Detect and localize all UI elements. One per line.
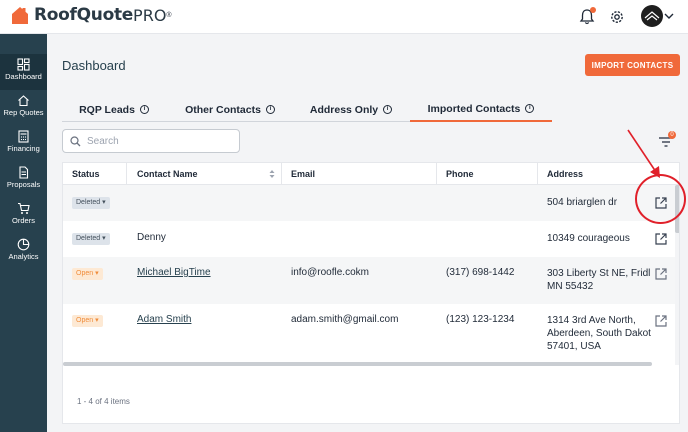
status-badge[interactable]: Open ▾ <box>72 268 103 280</box>
brand-reg-mark: ® <box>166 11 172 19</box>
annotation-circle <box>635 174 686 224</box>
open-external-icon[interactable] <box>654 232 668 246</box>
logo-house-icon <box>12 7 28 24</box>
table-row[interactable]: Deleted ▾ Denny 10349 courageous <box>63 221 679 257</box>
column-divider[interactable] <box>436 163 437 185</box>
chevron-down-icon[interactable] <box>662 9 676 23</box>
avatar-logo-icon <box>644 11 660 21</box>
import-contacts-button[interactable]: IMPORT CONTACTS <box>585 54 680 76</box>
status-label: Open <box>76 317 94 324</box>
contact-address: 1314 3rd Ave North, Aberdeen, South Dako… <box>547 315 651 352</box>
sidebar-item-rep-quotes[interactable]: Rep Quotes <box>0 90 47 126</box>
contact-address: 504 briarglen dr <box>547 197 618 208</box>
sidebar-item-financing[interactable]: Financing <box>0 126 47 162</box>
pagination-info: 1 - 4 of 4 items <box>77 397 130 406</box>
contact-tabs: RQP Leads i Other Contacts i Address Onl… <box>62 97 552 122</box>
cart-icon <box>18 202 30 214</box>
notification-dot <box>590 7 596 13</box>
status-label: Deleted <box>76 199 101 206</box>
contacts-table: Status Contact Name Email Phone Address … <box>62 162 680 424</box>
brand-logo[interactable]: RoofQuote PRO ® <box>10 5 172 25</box>
tab-address-only[interactable]: Address Only i <box>294 97 408 122</box>
status-badge[interactable]: Deleted ▾ <box>72 233 110 245</box>
open-external-icon[interactable] <box>654 314 668 328</box>
sidebar: Dashboard Rep Quotes Financing Proposals… <box>0 34 47 432</box>
column-header-contact-name[interactable]: Contact Name <box>137 163 198 185</box>
sidebar-label: Dashboard <box>5 72 42 81</box>
document-icon <box>19 166 29 179</box>
sidebar-item-orders[interactable]: Orders <box>0 198 47 234</box>
horizontal-scrollbar[interactable] <box>63 362 652 366</box>
contact-name-link[interactable]: Adam Smith <box>137 314 191 325</box>
column-divider[interactable] <box>537 163 538 185</box>
sort-icon[interactable] <box>269 169 275 179</box>
status-label: Open <box>76 270 94 277</box>
tab-label: Other Contacts <box>185 103 261 116</box>
search-icon <box>70 136 81 147</box>
contact-name: Denny <box>137 232 166 243</box>
status-badge[interactable]: Open ▾ <box>72 315 103 327</box>
column-header-address[interactable]: Address <box>547 163 583 185</box>
top-header: RoofQuote PRO ® <box>0 0 688 34</box>
info-icon[interactable]: i <box>139 105 149 114</box>
sidebar-label: Financing <box>7 144 40 153</box>
dashboard-icon <box>17 58 30 71</box>
column-header-status[interactable]: Status <box>72 163 100 185</box>
contact-email: info@roofle.cokm <box>291 267 369 278</box>
info-icon[interactable]: i <box>525 104 535 113</box>
info-icon[interactable]: i <box>265 105 275 114</box>
sidebar-label: Rep Quotes <box>3 108 44 117</box>
column-header-phone[interactable]: Phone <box>446 163 474 185</box>
table-header: Status Contact Name Email Phone Address <box>63 163 679 185</box>
house-icon <box>18 95 29 107</box>
contact-phone: (123) 123-1234 <box>446 314 515 325</box>
tab-label: Imported Contacts <box>427 102 521 115</box>
tab-label: Address Only <box>309 103 379 116</box>
table-row[interactable]: Open ▾ Adam Smith adam.smith@gmail.com (… <box>63 304 679 362</box>
info-icon[interactable]: i <box>383 105 393 114</box>
page-title: Dashboard <box>62 58 126 73</box>
open-external-icon[interactable] <box>654 267 668 281</box>
sidebar-label: Analytics <box>8 252 39 261</box>
brand-suffix: PRO <box>133 5 167 25</box>
sidebar-item-dashboard[interactable]: Dashboard <box>0 54 47 90</box>
sidebar-item-proposals[interactable]: Proposals <box>0 162 47 198</box>
sidebar-label: Proposals <box>6 180 41 189</box>
contact-phone: (317) 698-1442 <box>446 267 515 278</box>
contact-address: 10349 courageous <box>547 233 630 244</box>
tab-imported-contacts[interactable]: Imported Contacts i <box>410 97 552 122</box>
contact-address: 303 Liberty St NE, Fridl MN 55432 <box>547 268 651 292</box>
tab-other-contacts[interactable]: Other Contacts i <box>168 97 292 122</box>
pie-chart-icon <box>17 238 30 251</box>
contact-email: adam.smith@gmail.com <box>291 314 399 325</box>
column-divider[interactable] <box>126 163 127 185</box>
tab-rqp-leads[interactable]: RQP Leads i <box>62 97 166 122</box>
user-avatar[interactable] <box>641 5 663 27</box>
search-box <box>62 129 240 153</box>
column-divider[interactable] <box>281 163 282 185</box>
gear-icon[interactable] <box>607 7 627 27</box>
brand-name: RoofQuote <box>34 5 134 25</box>
sidebar-item-analytics[interactable]: Analytics <box>0 234 47 270</box>
contact-name-link[interactable]: Michael BigTime <box>137 267 211 278</box>
status-label: Deleted <box>76 235 101 242</box>
search-input[interactable] <box>87 133 233 149</box>
sidebar-label: Orders <box>12 216 35 225</box>
table-row[interactable]: Deleted ▾ 504 briarglen dr <box>63 185 679 221</box>
tab-label: RQP Leads <box>79 103 135 116</box>
column-header-email[interactable]: Email <box>291 163 315 185</box>
calculator-icon <box>18 130 29 143</box>
status-badge[interactable]: Deleted ▾ <box>72 197 110 209</box>
table-row[interactable]: Open ▾ Michael BigTime info@roofle.cokm … <box>63 257 679 304</box>
